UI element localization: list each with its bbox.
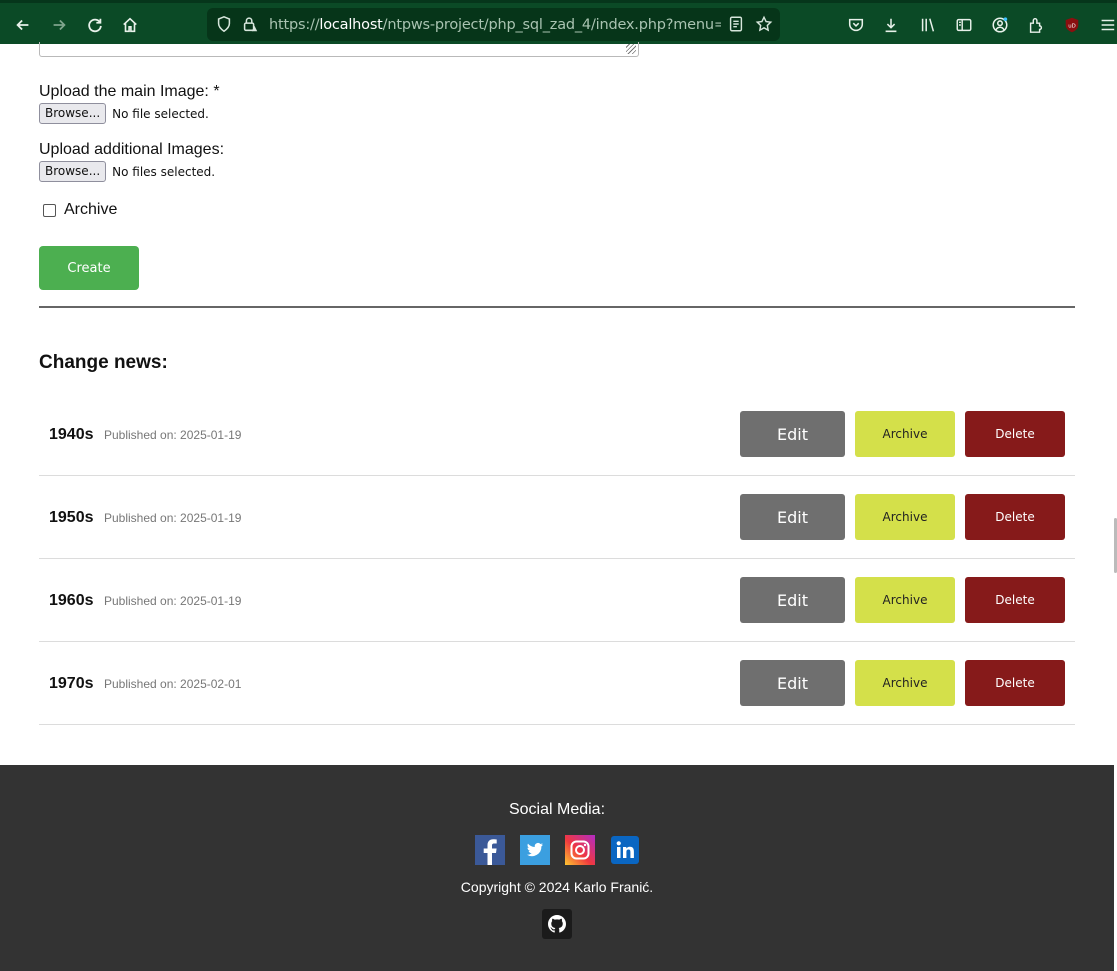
twitter-icon[interactable]: [520, 835, 550, 865]
svg-text:uD: uD: [1068, 23, 1076, 29]
bookmark-star-icon[interactable]: [755, 15, 773, 33]
reader-view-icon[interactable]: [727, 15, 745, 33]
create-button[interactable]: Create: [39, 246, 139, 290]
social-links: [475, 835, 640, 865]
menu-icon[interactable]: [1094, 12, 1117, 38]
download-icon[interactable]: [878, 12, 904, 38]
account-icon[interactable]: [987, 12, 1013, 38]
main-image-status: No file selected.: [112, 106, 209, 121]
main-image-label: Upload the main Image: *: [39, 83, 220, 100]
additional-images-label: Upload additional Images:: [39, 141, 225, 158]
archive-checkbox[interactable]: [43, 203, 56, 217]
delete-button[interactable]: Delete: [965, 660, 1065, 706]
facebook-icon[interactable]: [475, 835, 505, 865]
news-published-date: Published on: 2025-02-01: [104, 677, 242, 691]
social-media-heading: Social Media:: [508, 801, 606, 818]
github-icon[interactable]: [542, 909, 572, 939]
page-content: Upload the main Image: * Browse... No fi…: [0, 42, 1117, 971]
reload-icon[interactable]: [82, 12, 108, 38]
main-image-file-input[interactable]: Browse... No file selected.: [39, 103, 209, 124]
delete-button[interactable]: Delete: [965, 411, 1065, 457]
edit-button[interactable]: Edit: [740, 660, 845, 706]
additional-images-browse-button[interactable]: Browse...: [39, 161, 107, 182]
news-row: 1960s Published on: 2025-01-19 Edit Arch…: [39, 559, 1075, 642]
delete-button[interactable]: Delete: [965, 577, 1065, 623]
linkedin-icon[interactable]: [610, 835, 640, 865]
edit-button[interactable]: Edit: [740, 411, 845, 457]
archive-button[interactable]: Archive: [855, 494, 955, 540]
news-title: 1970s: [49, 675, 94, 692]
archive-checkbox-label[interactable]: Archive: [64, 201, 117, 219]
footer: Social Media: Copyright © 2024 Karlo Fra…: [0, 765, 1114, 971]
news-row: 1970s Published on: 2025-02-01 Edit Arch…: [39, 642, 1075, 725]
pocket-icon[interactable]: [843, 12, 869, 38]
news-row: 1940s Published on: 2025-01-19 Edit Arch…: [39, 393, 1075, 476]
extensions-icon[interactable]: [1023, 12, 1049, 38]
main-image-browse-button[interactable]: Browse...: [39, 103, 107, 124]
ublock-icon[interactable]: uD: [1059, 12, 1085, 38]
url-bar[interactable]: https://localhost/ntpws-project/php_sql_…: [207, 8, 780, 41]
archive-button[interactable]: Archive: [855, 411, 955, 457]
news-title: 1950s: [49, 509, 94, 526]
home-icon[interactable]: [117, 12, 143, 38]
sidebar-icon[interactable]: [951, 12, 977, 38]
instagram-icon[interactable]: [565, 835, 595, 865]
library-icon[interactable]: [915, 12, 941, 38]
edit-button[interactable]: Edit: [740, 577, 845, 623]
archive-field: Archive: [43, 201, 117, 219]
delete-button[interactable]: Delete: [965, 494, 1065, 540]
insecure-lock-icon[interactable]: [241, 15, 259, 33]
news-title: 1960s: [49, 592, 94, 609]
additional-images-file-input[interactable]: Browse... No files selected.: [39, 161, 215, 182]
url-text[interactable]: https://localhost/ntpws-project/php_sql_…: [269, 17, 721, 33]
edit-button[interactable]: Edit: [740, 494, 845, 540]
news-list: 1940s Published on: 2025-01-19 Edit Arch…: [39, 393, 1075, 725]
resize-grip-icon[interactable]: [626, 44, 636, 54]
back-icon[interactable]: [10, 12, 36, 38]
news-title: 1940s: [49, 426, 94, 443]
archive-button[interactable]: Archive: [855, 660, 955, 706]
news-published-date: Published on: 2025-01-19: [104, 511, 242, 525]
forward-icon[interactable]: [46, 12, 72, 38]
section-divider: [39, 306, 1075, 308]
news-published-date: Published on: 2025-01-19: [104, 594, 242, 608]
shield-icon[interactable]: [215, 15, 233, 33]
archive-button[interactable]: Archive: [855, 577, 955, 623]
additional-images-status: No files selected.: [112, 164, 216, 179]
copyright-text: Copyright © 2024 Karlo Franić.: [460, 879, 654, 895]
browser-toolbar: https://localhost/ntpws-project/php_sql_…: [0, 0, 1117, 44]
change-news-heading: Change news:: [39, 352, 168, 373]
news-published-date: Published on: 2025-01-19: [104, 428, 242, 442]
description-textarea[interactable]: [39, 42, 639, 57]
news-row: 1950s Published on: 2025-01-19 Edit Arch…: [39, 476, 1075, 559]
